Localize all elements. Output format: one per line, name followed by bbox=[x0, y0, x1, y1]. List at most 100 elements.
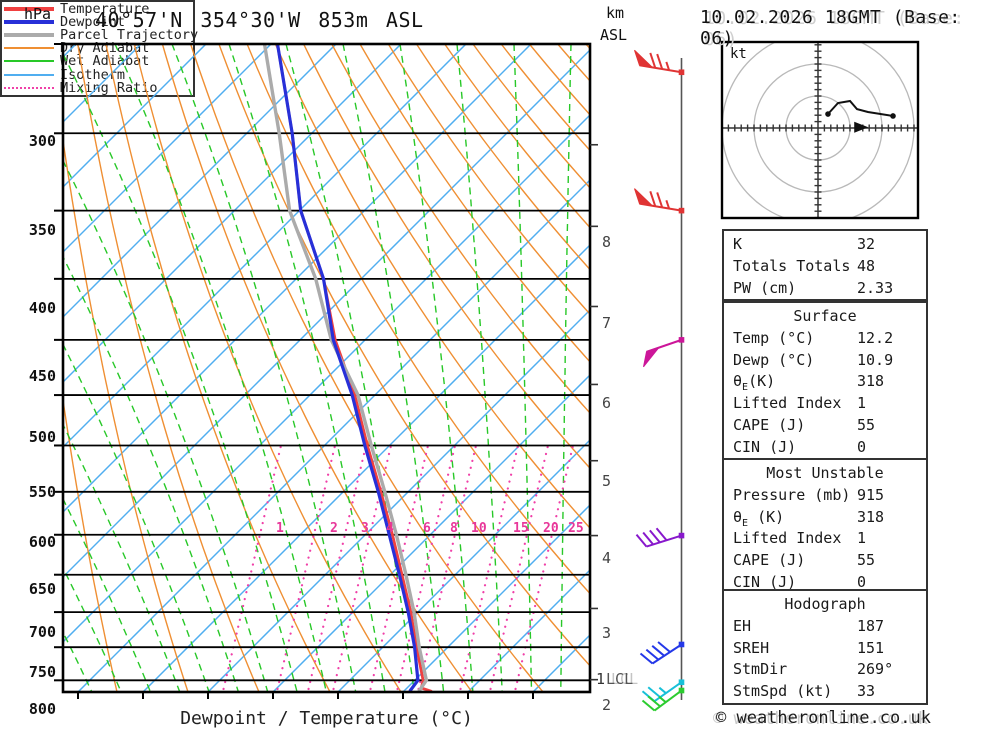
wet-adiabat-line bbox=[171, 44, 357, 692]
table-row-value: 12.2 bbox=[857, 328, 894, 347]
table-row: CIN (J) 0 bbox=[724, 437, 926, 459]
mixing-ratio-label: 6 bbox=[423, 521, 431, 536]
hodograph-trace bbox=[827, 99, 894, 117]
hodograph-trace-dot bbox=[890, 113, 896, 119]
mixing-ratio-label: 4 bbox=[386, 521, 394, 536]
hodograph-rings bbox=[723, 43, 917, 217]
page-title: 40°57'N 354°30'W 853m ASL bbox=[95, 8, 424, 32]
table-row-value: 318 bbox=[857, 507, 885, 526]
table-row-value: 915 bbox=[857, 485, 885, 504]
km-tick-label: 7 bbox=[602, 314, 612, 333]
wind-barb-half-feather bbox=[658, 695, 667, 703]
table-row: EH 187 bbox=[724, 616, 926, 638]
pressure-tick-label: 800 bbox=[28, 700, 56, 719]
mixing-ratio-line bbox=[417, 445, 477, 692]
dry-adiabat-line bbox=[105, 44, 331, 692]
km-tick-label: 3 bbox=[602, 623, 612, 642]
table-row-label: Dewp (°C) bbox=[733, 350, 815, 369]
dry-adiabat-line bbox=[77, 44, 260, 692]
wet-adiabat-line bbox=[63, 52, 298, 692]
lcl-text: LCL bbox=[606, 670, 634, 688]
table-row-label: CIN (J) bbox=[733, 437, 797, 456]
pressure-tick-label: 450 bbox=[28, 366, 56, 385]
isotherm-line bbox=[63, 113, 590, 644]
table-row-value: 55 bbox=[857, 551, 876, 570]
table-row-label: Totals Totals bbox=[733, 256, 851, 275]
mixing-ratio-label: 3 bbox=[361, 521, 369, 536]
km-tick-1: 1 bbox=[596, 670, 606, 688]
wind-barb bbox=[643, 337, 685, 368]
table-row: θE (K) 318 bbox=[724, 507, 926, 529]
table-row-label: PW (cm) bbox=[733, 278, 797, 297]
wind-barb-feather bbox=[651, 645, 665, 657]
wind-barb-feather bbox=[639, 652, 654, 665]
table-row-value: 10.9 bbox=[857, 350, 894, 369]
wind-barb-feather bbox=[635, 533, 648, 548]
table-row-value: 32 bbox=[857, 235, 876, 253]
lcl-marker: 1LCL bbox=[596, 670, 633, 688]
table-row: StmSpd (kt) 33 bbox=[724, 681, 926, 703]
dewpoint-curve bbox=[275, 44, 420, 692]
pressure-tick-label: 550 bbox=[28, 483, 56, 502]
table-row-value: 318 bbox=[857, 372, 885, 391]
wind-barb-shaft bbox=[651, 643, 683, 665]
table-row: CAPE (J) 55 bbox=[724, 415, 926, 437]
table-row: StmDir 269° bbox=[724, 659, 926, 681]
table-row-value: 151 bbox=[857, 638, 885, 657]
wind-barb bbox=[634, 188, 685, 214]
hodograph-unit-label: kt bbox=[730, 46, 747, 62]
mixing-ratio-label: 10 bbox=[471, 521, 487, 536]
wind-barb-feather bbox=[657, 641, 671, 653]
wind-barb-feather bbox=[649, 529, 661, 544]
hodograph-trace-dot bbox=[825, 111, 831, 117]
table-row-value: 1 bbox=[857, 394, 867, 413]
wet-adiabat-line bbox=[342, 44, 445, 692]
km-tick-label: 6 bbox=[602, 394, 612, 413]
table-row: CAPE (J) 55 bbox=[724, 550, 926, 572]
mixing-ratio-label: 25 bbox=[568, 521, 584, 536]
pressure-axis-unit: hPa bbox=[24, 5, 52, 23]
wind-barb-shaft bbox=[653, 689, 683, 712]
table-row: K 32 bbox=[724, 234, 926, 256]
table-row-label: StmSpd (kt) bbox=[733, 682, 833, 701]
table-row-label: Temp (°C) bbox=[733, 328, 815, 347]
wind-barb bbox=[634, 49, 685, 76]
table-row: θE(K) 318 bbox=[724, 371, 926, 393]
wind-barb-flag bbox=[643, 346, 661, 368]
wind-barb bbox=[639, 641, 685, 665]
datetime-label: 10.02.2026 18GMT (Base: 06) bbox=[700, 7, 961, 49]
wind-barb-half-feather bbox=[658, 686, 667, 694]
mixing-ratio-label: 15 bbox=[513, 521, 529, 536]
mixing-ratio-label: 2 bbox=[330, 521, 338, 536]
table-row-value: 55 bbox=[857, 415, 876, 434]
pressure-tick-label: 700 bbox=[28, 622, 56, 641]
table-section-header: Most Unstable bbox=[766, 464, 884, 482]
mixing-ratio-label: 1 bbox=[276, 521, 284, 536]
wind-barb-feather bbox=[645, 648, 659, 661]
table-row: Lifted Index 1 bbox=[724, 528, 926, 550]
mixing-ratio-label: 8 bbox=[450, 521, 458, 536]
dry-adiabat-line bbox=[161, 44, 473, 692]
table-row-value: 48 bbox=[857, 256, 876, 275]
table-row-label: CAPE (J) bbox=[733, 415, 806, 434]
table-section: K 32 Totals Totals 48 PW (cm) 2.33 bbox=[722, 229, 928, 302]
table-row-label: Lifted Index bbox=[733, 529, 842, 548]
wind-barb-feather bbox=[656, 192, 664, 208]
temperature-axis-label: Dewpoint / Temperature (°C) bbox=[180, 708, 473, 729]
km-tick-label: 5 bbox=[602, 472, 612, 491]
km-axis-unit: km bbox=[606, 4, 625, 22]
km-tick-label: 2 bbox=[602, 696, 612, 715]
pressure-tick-label: 750 bbox=[28, 662, 56, 681]
table-row: Lifted Index 1 bbox=[724, 393, 926, 415]
dry-adiabat-line bbox=[274, 44, 590, 530]
wet-adiabat-line bbox=[228, 44, 386, 692]
table-row-value: 33 bbox=[857, 682, 876, 701]
mixing-ratio-label: 20 bbox=[543, 521, 559, 536]
wind-barb-feather bbox=[647, 686, 661, 698]
table-row: PW (cm) 2.33 bbox=[724, 278, 926, 300]
wet-adiabat-line bbox=[456, 44, 503, 692]
isotherm-line bbox=[63, 44, 467, 449]
pressure-tick-label: 650 bbox=[28, 579, 56, 598]
table-section: Hodograph EH 187 SREH 151 StmDir 269° StmSpd (k… bbox=[722, 589, 928, 705]
table-row-value: 187 bbox=[857, 616, 885, 635]
